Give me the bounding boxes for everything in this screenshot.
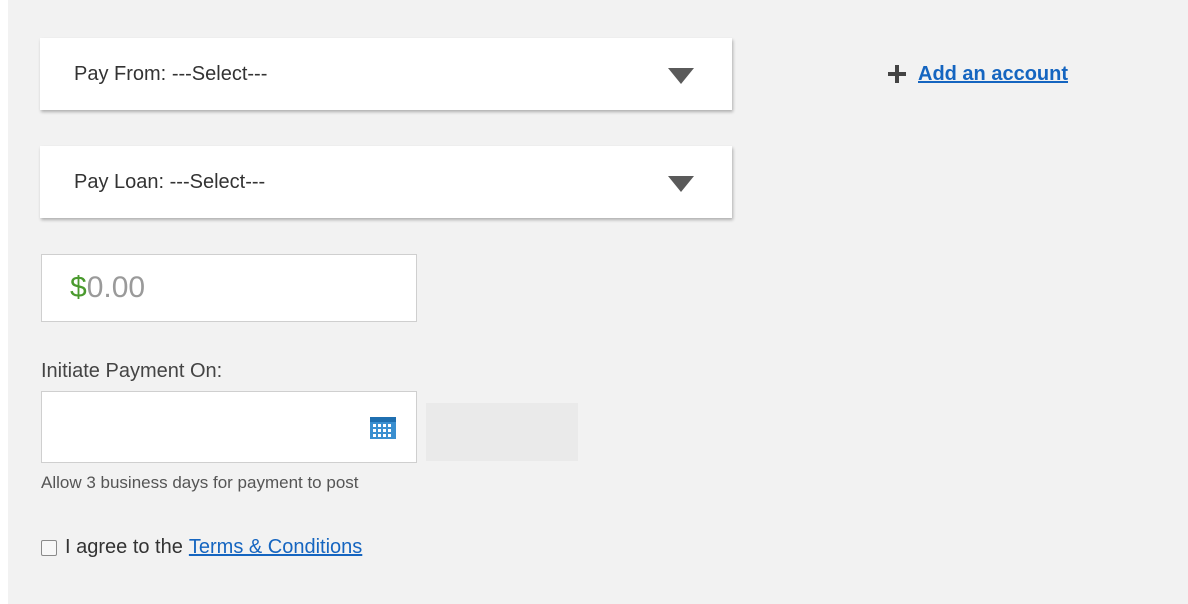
pay-from-select[interactable]: Pay From: ---Select---	[40, 38, 732, 110]
calendar-icon[interactable]	[369, 414, 397, 440]
terms-prefix-text: I agree to the	[65, 536, 183, 558]
plus-icon[interactable]	[888, 65, 906, 83]
add-account-control: Add an account	[888, 60, 1068, 88]
amount-input[interactable]	[86, 271, 387, 305]
pay-loan-select[interactable]: Pay Loan: ---Select---	[40, 146, 732, 218]
pay-from-select-text: Pay From: ---Select---	[74, 38, 267, 110]
pay-from-label: Pay From:	[74, 63, 167, 85]
payment-form-panel: Pay From: ---Select--- Add an account Pa…	[8, 0, 1188, 604]
pay-from-selected: ---Select---	[171, 63, 268, 85]
payment-date-hint: Allow 3 business days for payment to pos…	[41, 473, 359, 492]
amount-field-wrapper: $	[41, 254, 417, 322]
terms-link[interactable]: Terms & Conditions	[189, 536, 362, 559]
date-side-placeholder	[426, 403, 578, 461]
payment-date-input[interactable]	[52, 402, 356, 452]
payment-date-field-wrapper	[41, 391, 417, 463]
currency-symbol: $	[70, 271, 87, 304]
chevron-down-icon	[668, 68, 694, 84]
pay-loan-label: Pay Loan:	[74, 171, 165, 193]
terms-agreement-row: I agree to the Terms & Conditions	[41, 536, 362, 559]
add-account-link[interactable]: Add an account	[918, 63, 1068, 86]
pay-loan-select-text: Pay Loan: ---Select---	[74, 146, 265, 218]
chevron-down-icon	[668, 176, 694, 192]
pay-loan-selected: ---Select---	[169, 171, 266, 193]
payment-date-label: Initiate Payment On:	[41, 360, 223, 382]
terms-checkbox[interactable]	[41, 539, 57, 556]
